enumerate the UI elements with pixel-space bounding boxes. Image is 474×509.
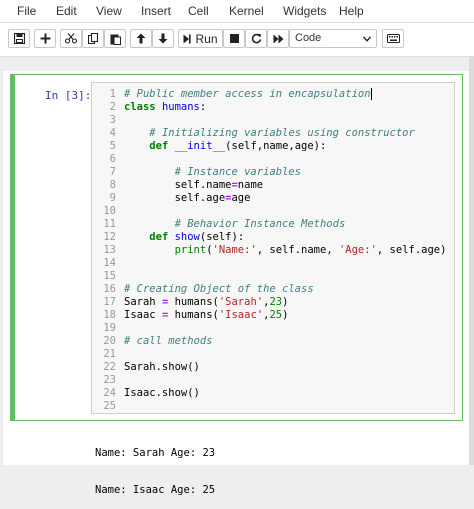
code-editor[interactable]: 1 # Public member access in encapsulation… xyxy=(91,82,455,414)
line-number: 5 xyxy=(109,140,116,152)
code-line[interactable]: print('Name:', self.name, 'Age:', self.a… xyxy=(124,244,447,256)
move-down-button[interactable] xyxy=(152,29,174,48)
copy-icon xyxy=(87,33,98,44)
run-all-button[interactable] xyxy=(267,29,289,48)
menu-edit[interactable]: Edit xyxy=(56,4,77,18)
menu-cell[interactable]: Cell xyxy=(188,4,209,18)
line-number: 25 xyxy=(103,400,116,412)
code-line[interactable]: # Instance variables xyxy=(124,166,301,178)
restart-button[interactable] xyxy=(245,29,267,48)
code-line[interactable]: # Behavior Instance Methods xyxy=(124,218,346,230)
line-number: 7 xyxy=(109,166,116,178)
menu-view[interactable]: View xyxy=(96,4,122,18)
code-line[interactable]: self.age=age xyxy=(124,192,251,204)
cell-type-value: Code xyxy=(295,32,322,44)
menu-help[interactable]: Help xyxy=(339,4,364,18)
run-button-label: Run xyxy=(195,31,218,46)
line-number: 15 xyxy=(103,270,116,282)
code-line[interactable]: def __init__(self,name,age): xyxy=(124,140,326,152)
line-number: 4 xyxy=(109,127,116,139)
output-line: Name: Isaac Age: 25 xyxy=(95,484,216,496)
line-number: 11 xyxy=(103,218,116,230)
cell-output: Name: Sarah Age: 23 Name: Isaac Age: 25 xyxy=(95,423,215,509)
save-button[interactable] xyxy=(8,29,30,48)
line-number: 22 xyxy=(103,361,116,373)
run-button[interactable]: Run xyxy=(178,29,223,48)
cut-button[interactable] xyxy=(60,29,82,48)
code-line[interactable]: # call methods xyxy=(124,335,213,347)
plus-icon xyxy=(40,33,50,44)
toolbar: Run xyxy=(0,23,474,57)
step-forward-icon xyxy=(183,34,192,43)
code-line[interactable]: Isaac.show() xyxy=(124,387,200,399)
line-number: 19 xyxy=(103,322,116,334)
insert-cell-button[interactable] xyxy=(34,29,56,48)
line-number: 1 xyxy=(109,88,116,100)
menu-kernel[interactable]: Kernel xyxy=(229,4,264,18)
input-prompt: In [3]: xyxy=(45,89,92,102)
line-number: 12 xyxy=(103,231,116,243)
scissors-icon xyxy=(65,33,77,44)
interrupt-button[interactable] xyxy=(223,29,245,48)
line-number: 20 xyxy=(103,335,116,347)
copy-button[interactable] xyxy=(82,29,104,48)
menu-file[interactable]: File xyxy=(17,4,36,18)
menu-bar: File Edit View Insert Cell Kernel Widget… xyxy=(0,0,474,23)
line-number: 23 xyxy=(103,374,116,386)
line-number: 3 xyxy=(109,114,116,126)
line-number: 16 xyxy=(103,283,116,295)
fast-forward-icon xyxy=(273,34,283,43)
code-line[interactable]: class humans: xyxy=(124,101,206,113)
save-icon xyxy=(13,33,25,44)
code-line[interactable]: # Creating Object of the class xyxy=(124,283,314,295)
code-line[interactable]: self.name=name xyxy=(124,179,264,191)
cell-type-select[interactable]: Code xyxy=(289,29,377,48)
menu-insert[interactable]: Insert xyxy=(141,4,171,18)
line-number: 9 xyxy=(109,192,116,204)
paste-button[interactable] xyxy=(104,29,126,48)
arrow-down-icon xyxy=(158,33,168,44)
line-number: 24 xyxy=(103,387,116,399)
line-number: 6 xyxy=(109,153,116,165)
line-number: 14 xyxy=(103,257,116,269)
scrollbar[interactable] xyxy=(469,57,474,465)
line-number: 8 xyxy=(109,179,116,191)
line-number: 17 xyxy=(103,296,116,308)
move-up-button[interactable] xyxy=(130,29,152,48)
restart-icon xyxy=(251,33,261,44)
output-line: Name: Sarah Age: 23 xyxy=(95,447,216,459)
line-number: 10 xyxy=(103,205,116,217)
paste-icon xyxy=(110,34,121,45)
chevron-down-icon xyxy=(363,36,371,42)
command-palette-button[interactable] xyxy=(382,29,404,48)
code-line[interactable]: # Public member access in encapsulation xyxy=(124,88,372,100)
keyboard-icon xyxy=(386,34,400,43)
code-line[interactable]: Isaac = humans('Isaac',25) xyxy=(124,309,288,321)
line-number: 2 xyxy=(109,101,116,113)
menu-widgets[interactable]: Widgets xyxy=(283,4,326,18)
code-line[interactable]: def show(self): xyxy=(124,231,244,243)
stop-icon xyxy=(229,34,239,43)
line-number: 18 xyxy=(103,309,116,321)
code-line[interactable]: Sarah = humans('Sarah',23) xyxy=(124,296,288,308)
line-number: 13 xyxy=(103,244,116,256)
code-line[interactable]: # Initializing variables using construct… xyxy=(124,127,415,139)
line-number: 21 xyxy=(103,348,116,360)
arrow-up-icon xyxy=(136,33,146,44)
code-line[interactable]: Sarah.show() xyxy=(124,361,200,373)
